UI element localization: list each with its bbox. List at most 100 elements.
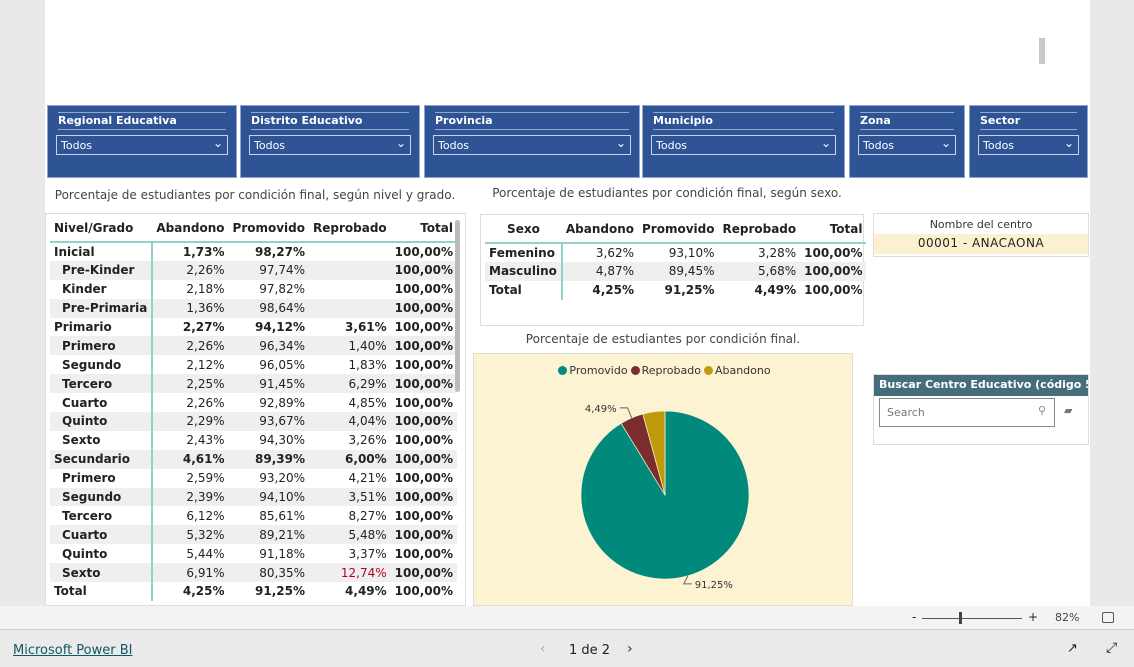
zoom-slider[interactable] xyxy=(922,618,1022,619)
eraser-icon[interactable]: ▰ xyxy=(1064,404,1072,417)
filter-dropdown[interactable]: Todos ⌄ xyxy=(651,135,836,155)
table-row: Primario 2,27% 94,12% 3,61% 100,00% xyxy=(50,317,457,337)
cell: 91,25% xyxy=(664,283,715,298)
row-label: Pre-Primaria xyxy=(50,298,154,318)
row-label: Cuarto xyxy=(50,525,154,545)
cell: 5,32% xyxy=(152,525,229,545)
column-header[interactable]: Reprobado xyxy=(309,214,391,243)
row-label: Kinder xyxy=(50,279,154,299)
cell: 2,26% xyxy=(152,336,229,356)
table-row: Femenino 3,62% 93,10% 3,28% 100,00% xyxy=(485,243,866,262)
cell: 2,39% xyxy=(152,487,229,507)
pie-chart: Promovido Reprobado Abandono 91,25% 4,49% xyxy=(473,353,853,606)
filter-dropdown[interactable]: Todos ⌄ xyxy=(56,135,228,155)
filter-dropdown[interactable]: Todos ⌄ xyxy=(249,135,411,155)
filter-municipio: Municipio Todos ⌄ xyxy=(642,105,845,178)
search-input[interactable]: Search ⚲ xyxy=(879,398,1055,427)
cell: 100,00% xyxy=(390,563,458,583)
table-row: Tercero 2,25% 91,45% 6,29% 100,00% xyxy=(50,374,458,394)
column-header[interactable]: Promovido xyxy=(228,214,310,243)
cell: 100,00% xyxy=(394,395,454,410)
table-row: Masculino 4,87% 89,45% 5,68% 100,00% xyxy=(485,261,867,281)
column-header[interactable]: Reprobado xyxy=(718,215,801,244)
sex-table-caption: Porcentaje de estudiantes por condición … xyxy=(492,186,842,200)
table-row: Total 4,25% 91,25% 4,49% 100,00% xyxy=(485,280,866,300)
cell: 100,00% xyxy=(390,298,458,318)
table-scrollbar[interactable] xyxy=(455,220,460,392)
cell: 96,05% xyxy=(259,357,306,372)
filter-dropdown[interactable]: Todos ⌄ xyxy=(858,135,956,155)
column-header[interactable]: Total xyxy=(800,215,867,244)
cell: 4,04% xyxy=(309,412,391,431)
filter-label: Regional Educativa xyxy=(58,112,226,130)
cell: 89,39% xyxy=(228,449,310,469)
zoom-in-button[interactable]: + xyxy=(1028,610,1038,624)
filter-value: Todos xyxy=(254,139,286,152)
cell xyxy=(309,242,391,261)
next-page-button[interactable]: › xyxy=(627,641,633,657)
row-label: Inicial xyxy=(50,242,154,261)
table-row: Inicial 1,73% 98,27% 100,00% xyxy=(50,242,457,261)
cell: 2,12% xyxy=(186,357,225,372)
fit-to-page-icon[interactable] xyxy=(1102,612,1114,623)
fullscreen-icon[interactable]: ⤢ xyxy=(1106,640,1117,656)
cell: 100,00% xyxy=(800,261,867,281)
card-value: 00001 - ANACAONA xyxy=(874,234,1088,254)
cell: 2,25% xyxy=(152,374,229,394)
power-bi-link[interactable]: Microsoft Power BI xyxy=(13,643,132,658)
zoom-out-button[interactable]: - xyxy=(912,610,916,624)
filter-dropdown[interactable]: Todos ⌄ xyxy=(433,135,631,155)
column-header[interactable]: Promovido xyxy=(638,215,719,244)
cell: 100,00% xyxy=(394,508,454,523)
cell: 8,27% xyxy=(348,508,387,523)
column-header[interactable]: Total xyxy=(390,214,458,243)
cell: 98,64% xyxy=(228,298,310,318)
cell: 91,25% xyxy=(255,584,306,599)
table-header: Nivel/Grado Abandono Promovido Reprobado Tot… xyxy=(50,214,458,243)
column-header[interactable]: Nivel/Grado xyxy=(50,214,153,243)
table-row: Cuarto 5,32% 89,21% 5,48% 100,00% xyxy=(50,525,458,545)
cell: 100,00% xyxy=(394,471,454,486)
row-label: Quinto xyxy=(50,412,154,431)
cell xyxy=(309,260,391,280)
cell: 100,00% xyxy=(394,244,454,259)
chevron-down-icon: ⌄ xyxy=(395,136,406,150)
cell: 3,51% xyxy=(309,487,391,507)
prev-page-button[interactable]: ‹ xyxy=(540,641,546,657)
center-name-card: Nombre del centro 00001 - ANACAONA xyxy=(873,213,1089,257)
cell: 100,00% xyxy=(804,245,863,260)
table-row: Sexto 2,43% 94,30% 3,26% 100,00% xyxy=(50,430,457,450)
zoom-slider-thumb[interactable] xyxy=(959,612,962,624)
filter-value: Todos xyxy=(61,139,93,152)
cell: 93,67% xyxy=(228,412,310,431)
filter-dropdown[interactable]: Todos ⌄ xyxy=(978,135,1079,155)
row-label: Segundo xyxy=(50,487,154,507)
cell: 3,28% xyxy=(758,245,797,260)
filter-value: Todos xyxy=(656,139,688,152)
table-row: Quinto 2,29% 93,67% 4,04% 100,00% xyxy=(50,412,458,431)
cell: 4,25% xyxy=(592,283,634,298)
cell: 89,21% xyxy=(228,525,310,545)
cell: 100,00% xyxy=(390,336,458,356)
row-label: Tercero xyxy=(50,374,154,394)
table-row: Quinto 5,44% 91,18% 3,37% 100,00% xyxy=(50,544,457,564)
row-label: Tercero xyxy=(50,506,154,526)
cell: 1,83% xyxy=(348,357,387,372)
share-icon[interactable]: ↗ xyxy=(1067,641,1078,656)
cell: 2,59% xyxy=(186,471,225,486)
chevron-down-icon: ⌄ xyxy=(615,136,626,150)
page-indicator: 1 de 2 xyxy=(569,643,611,658)
cell: 4,25% xyxy=(182,584,225,599)
row-label: Sexto xyxy=(50,430,154,450)
cell: 6,00% xyxy=(309,449,391,469)
cell xyxy=(309,298,391,318)
filter-label: Distrito Educativo xyxy=(251,112,409,130)
cell: 100,00% xyxy=(390,525,458,545)
cell: 5,68% xyxy=(718,261,801,281)
cell: 1,36% xyxy=(152,298,229,318)
column-header[interactable]: Sexo xyxy=(485,215,562,244)
filter-label: Provincia xyxy=(435,112,629,130)
column-header[interactable]: Abandono xyxy=(561,215,638,244)
search-slicer-title: Buscar Centro Educativo (código 5 ... xyxy=(874,375,1088,396)
column-header[interactable]: Abandono xyxy=(152,214,229,243)
